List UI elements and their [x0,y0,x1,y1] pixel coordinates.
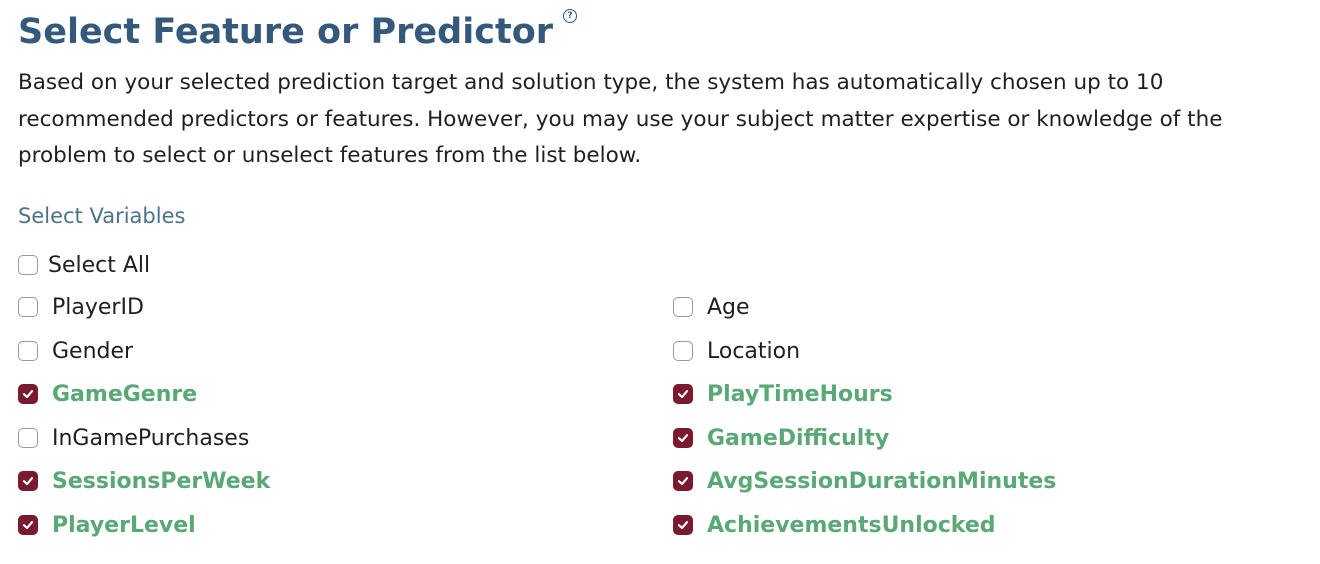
checkbox[interactable] [18,428,38,448]
checkbox[interactable] [18,384,38,404]
variable-checkbox-playerlevel[interactable]: PlayerLevel [18,510,196,540]
variable-label: GameGenre [52,381,198,407]
checkmark-icon [22,521,34,530]
variable-checkbox-gamedifficulty[interactable]: GameDifficulty [673,423,889,453]
variable-checkbox-gender[interactable]: Gender [18,336,133,366]
checkmark-icon [677,477,689,486]
variable-checkbox-playerid[interactable]: PlayerID [18,292,144,322]
checkmark-icon [677,434,689,443]
page-title: Select Feature or Predictor [18,12,553,52]
checkmark-icon [677,521,689,530]
variable-label: SessionsPerWeek [52,468,271,494]
checkbox[interactable] [18,471,38,491]
select-all-checkbox-row[interactable]: Select All [18,250,150,280]
variable-checkbox-age[interactable]: Age [673,292,750,322]
checkbox[interactable] [18,297,38,317]
variable-checkbox-ingamepurchases[interactable]: InGamePurchases [18,423,249,453]
variable-label: AchievementsUnlocked [707,512,996,538]
variable-label: Age [707,294,750,320]
checkmark-icon [22,390,34,399]
variable-label: AvgSessionDurationMinutes [707,468,1057,494]
variable-checkbox-location[interactable]: Location [673,336,800,366]
variable-label: Gender [52,338,134,364]
select-variables-label: Select Variables [18,204,186,228]
variable-label: Location [707,338,801,364]
checkmark-icon [677,390,689,399]
checkbox[interactable] [673,341,693,361]
title-row: Select Feature or Predictor ? [18,6,577,58]
variable-checkbox-avgsessiondurationminutes[interactable]: AvgSessionDurationMinutes [673,466,1056,496]
description-text: Based on your selected prediction target… [18,70,1223,168]
select-all-checkbox[interactable] [18,255,38,275]
variable-label: PlayerLevel [52,512,196,538]
variable-label: GameDifficulty [707,425,890,451]
help-icon[interactable]: ? [563,9,577,23]
checkmark-icon [22,477,34,486]
checkbox[interactable] [673,297,693,317]
variable-checkbox-playtimehours[interactable]: PlayTimeHours [673,379,893,409]
checkbox[interactable] [18,515,38,535]
checkbox[interactable] [18,341,38,361]
variable-checkbox-gamegenre[interactable]: GameGenre [18,379,197,409]
checkbox[interactable] [673,471,693,491]
checkbox[interactable] [673,428,693,448]
variable-checkbox-sessionsperweek[interactable]: SessionsPerWeek [18,466,270,496]
variable-label: PlayerID [52,294,144,320]
variable-label: PlayTimeHours [707,381,893,407]
checkbox[interactable] [673,515,693,535]
variable-label: InGamePurchases [52,425,250,451]
checkbox[interactable] [673,384,693,404]
feature-selection-panel: Select Feature or Predictor ? Based on y… [0,0,1320,564]
variable-checkbox-achievementsunlocked[interactable]: AchievementsUnlocked [673,510,996,540]
select-all-label: Select All [48,252,151,278]
